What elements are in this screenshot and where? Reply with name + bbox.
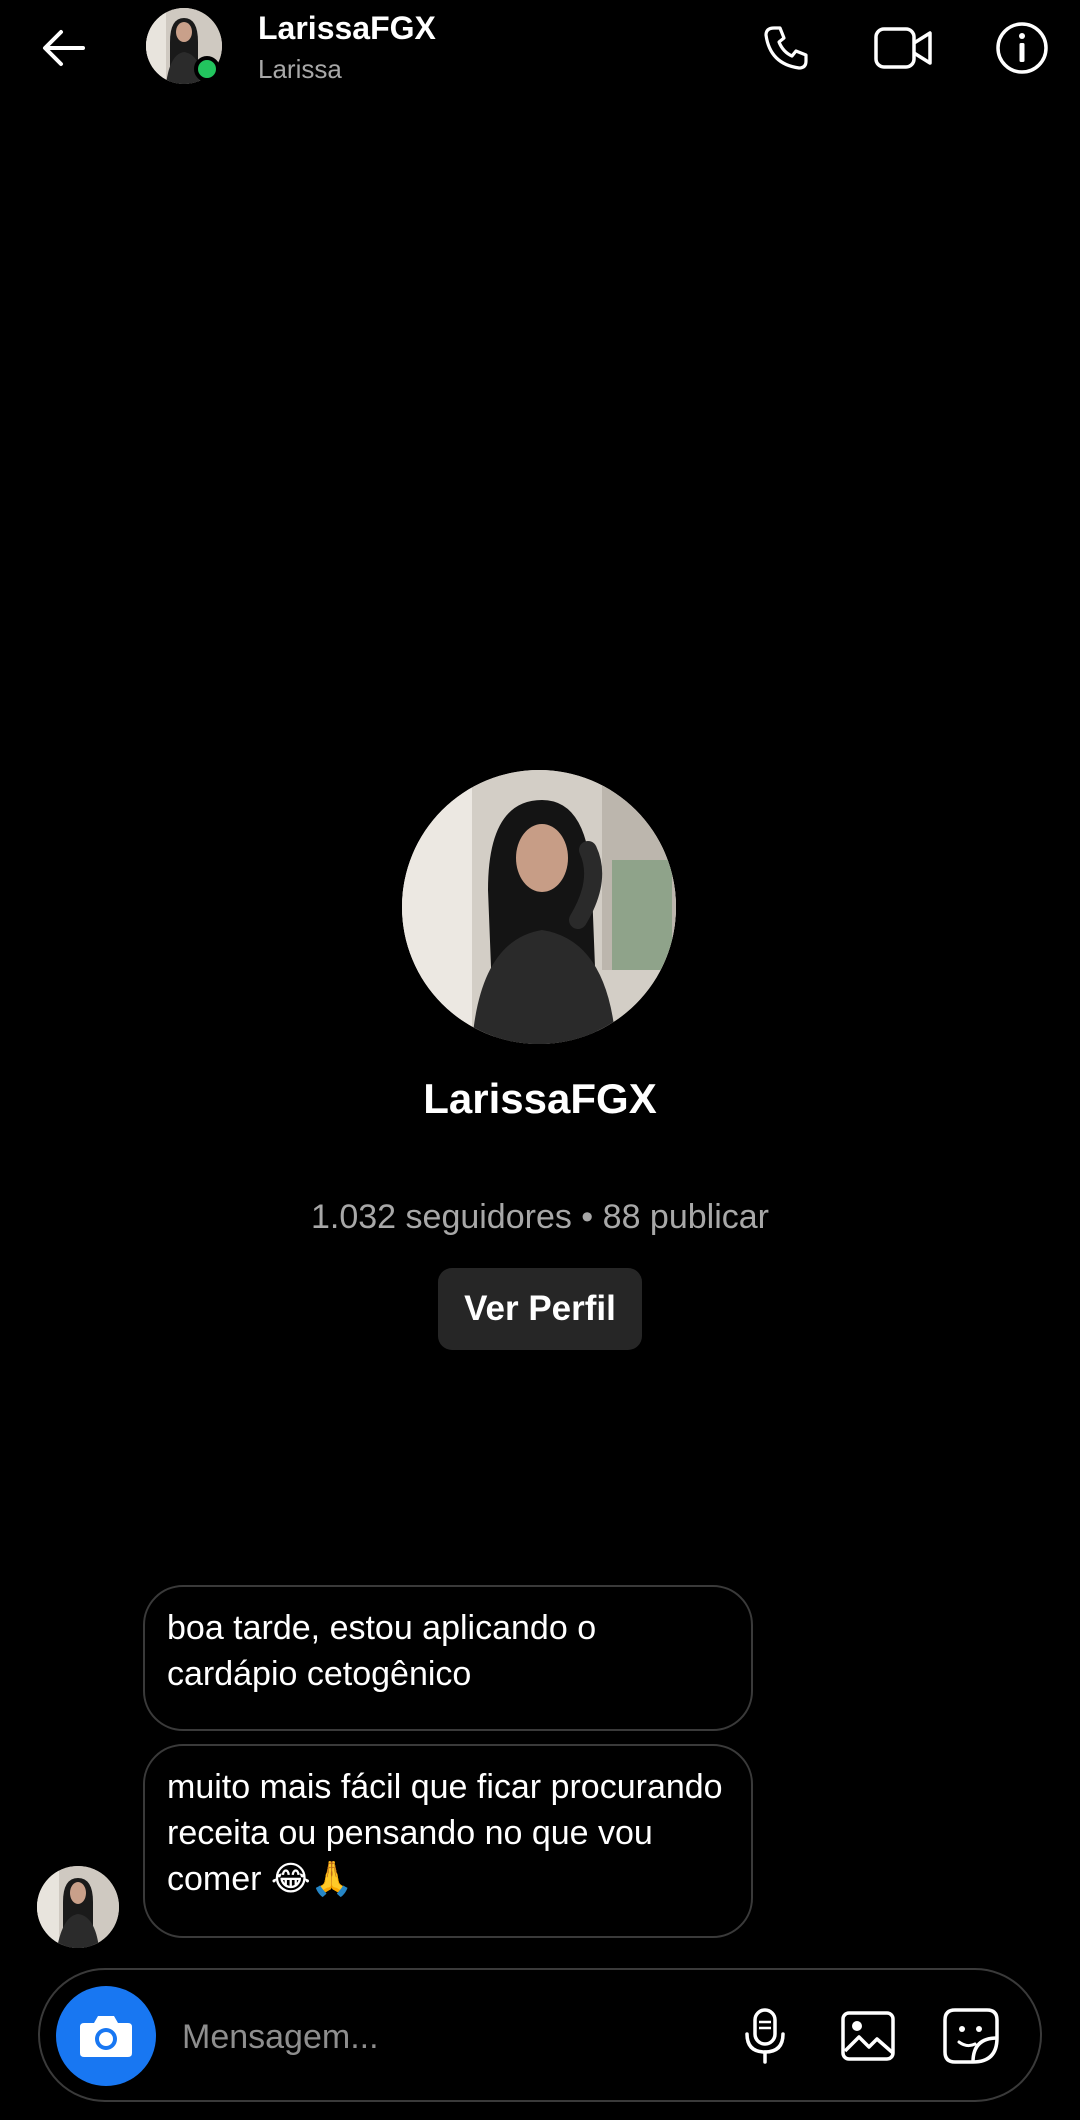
video-call-button[interactable] <box>874 18 934 78</box>
chat-title[interactable]: LarissaFGX <box>258 10 436 47</box>
camera-button[interactable] <box>56 1986 156 2086</box>
video-camera-icon <box>874 27 932 69</box>
back-button[interactable] <box>30 18 96 78</box>
gallery-icon <box>841 2011 895 2061</box>
chat-header: LarissaFGX Larissa <box>0 0 1080 96</box>
profile-stats: 1.032 seguidores • 88 publicar <box>311 1198 769 1236</box>
profile-avatar[interactable] <box>402 770 676 1044</box>
profile-username: LarissaFGX <box>423 1075 657 1122</box>
camera-icon <box>80 2016 132 2057</box>
gallery-button[interactable] <box>838 2006 898 2066</box>
call-button[interactable] <box>756 18 816 78</box>
info-button[interactable] <box>992 18 1052 78</box>
chat-subtitle: Larissa <box>258 54 342 84</box>
message-bubble[interactable]: muito mais fácil que ficar procurando re… <box>143 1744 753 1938</box>
message-input[interactable] <box>180 2006 704 2068</box>
online-status-indicator <box>194 56 220 82</box>
message-bubble[interactable]: boa tarde, estou aplicando o cardápio ce… <box>143 1585 753 1731</box>
view-profile-button[interactable]: Ver Perfil <box>438 1268 642 1350</box>
sender-avatar[interactable] <box>37 1866 119 1948</box>
info-icon <box>996 22 1048 74</box>
back-arrow-icon <box>43 30 85 66</box>
microphone-icon <box>745 2008 785 2064</box>
voice-message-button[interactable] <box>735 2006 795 2066</box>
sticker-button[interactable] <box>941 2006 1001 2066</box>
phone-icon <box>764 26 808 70</box>
sticker-icon <box>943 2008 999 2064</box>
